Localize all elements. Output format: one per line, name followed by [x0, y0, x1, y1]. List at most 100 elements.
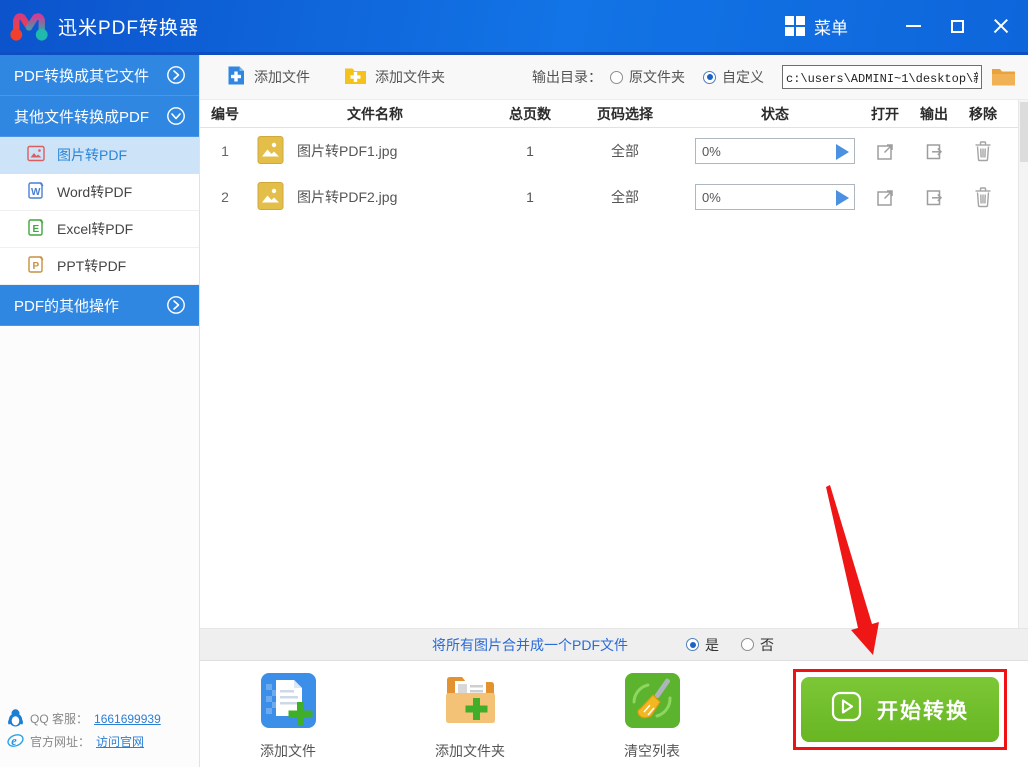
sidebar: PDF转换成其它文件 其他文件转换成PDF 图片转PDF W Word转PDF … [0, 55, 200, 767]
progress-value: 0% [702, 144, 721, 159]
site-label: 官方网址： [30, 733, 90, 750]
col-header-pages: 总页数 [500, 104, 560, 124]
merge-no-label[interactable]: 否 [760, 635, 774, 655]
add-file-action-icon [260, 672, 317, 732]
close-button[interactable] [984, 10, 1018, 42]
radio-custom-folder[interactable] [703, 71, 716, 84]
merge-yes-label[interactable]: 是 [705, 635, 719, 655]
export-button[interactable] [910, 187, 958, 208]
play-icon[interactable] [836, 190, 849, 206]
image-file-icon [257, 135, 284, 168]
clear-list-action-icon [624, 672, 681, 732]
official-site-link[interactable]: 访问官网 [96, 733, 144, 750]
col-header-status: 状态 [690, 104, 860, 124]
minimize-button[interactable] [896, 10, 930, 42]
add-file-button[interactable]: 添加文件 [220, 61, 316, 93]
titlebar: 迅米PDF转换器 菜单 [0, 0, 1028, 55]
toolbar: 添加文件 添加文件夹 输出目录： 原文件夹 自定义 [200, 55, 1028, 100]
excel-icon: E [27, 219, 45, 239]
sidebar-footer: QQ 客服： 1661699939 e 官方网址： 访问官网 [7, 707, 161, 753]
menu-button[interactable]: 菜单 [785, 14, 848, 39]
merge-yes-radio[interactable] [686, 638, 699, 651]
start-convert-label: 开始转换 [877, 695, 969, 725]
qq-number-link[interactable]: 1661699939 [94, 712, 161, 726]
col-header-open: 打开 [860, 104, 910, 124]
sidebar-item-ppt-to-pdf[interactable]: P PPT转PDF [0, 248, 199, 285]
delete-icon[interactable] [958, 186, 1008, 208]
bottom-panel: 添加文件 添加文件夹 [200, 661, 1028, 767]
col-header-page-range: 页码选择 [560, 104, 690, 124]
file-list: 1 图片转PDF1.jpg 1 全部 0% [200, 128, 1028, 628]
progress-value: 0% [702, 190, 721, 205]
app-title: 迅米PDF转换器 [58, 13, 199, 40]
image-pdf-icon [27, 145, 45, 165]
chevron-down-icon [166, 106, 186, 126]
word-icon: W [27, 182, 45, 202]
clear-list-action[interactable]: 清空列表 [592, 672, 712, 767]
col-header-no: 编号 [200, 104, 250, 124]
page-range[interactable]: 全部 [560, 141, 690, 161]
sidebar-item-label: PPT转PDF [57, 256, 126, 276]
radio-custom-folder-label[interactable]: 自定义 [722, 67, 764, 87]
add-file-icon [226, 65, 246, 89]
row-number: 1 [200, 143, 250, 159]
radio-original-folder-label[interactable]: 原文件夹 [629, 67, 685, 87]
sidebar-item-word-to-pdf[interactable]: W Word转PDF [0, 174, 199, 211]
start-convert-button[interactable]: 开始转换 [801, 677, 999, 742]
add-folder-button[interactable]: 添加文件夹 [338, 62, 451, 92]
table-row: 1 图片转PDF1.jpg 1 全部 0% [200, 128, 1028, 174]
output-path-input[interactable] [782, 65, 982, 89]
radio-original-folder[interactable] [610, 71, 623, 84]
sidebar-item-label: 图片转PDF [57, 145, 127, 165]
sidebar-item-label: Excel转PDF [57, 219, 133, 239]
svg-text:E: E [33, 224, 40, 235]
page-count: 1 [500, 189, 560, 205]
table-header: 编号 文件名称 总页数 页码选择 状态 打开 输出 移除 [200, 100, 1028, 128]
page-count: 1 [500, 143, 560, 159]
ie-icon: e [7, 732, 24, 752]
sidebar-item-image-to-pdf[interactable]: 图片转PDF [0, 137, 199, 174]
group-label: PDF的其他操作 [14, 295, 119, 316]
add-folder-icon [344, 66, 367, 88]
add-folder-action[interactable]: 添加文件夹 [410, 672, 530, 767]
window-controls [886, 10, 1018, 42]
export-button[interactable] [910, 141, 958, 162]
vertical-scrollbar[interactable] [1018, 100, 1028, 628]
group-label: PDF转换成其它文件 [14, 65, 149, 86]
sidebar-group-pdf-to-other[interactable]: PDF转换成其它文件 [0, 55, 199, 96]
merge-option-bar: 将所有图片合并成一个PDF文件 是 否 [200, 628, 1028, 661]
progress-bar: 0% [695, 184, 855, 210]
scrollbar-thumb[interactable] [1020, 102, 1028, 162]
svg-text:P: P [33, 261, 40, 272]
chevron-right-icon [166, 65, 186, 85]
minimize-icon [906, 25, 921, 27]
close-icon [993, 18, 1009, 34]
browse-folder-button[interactable] [991, 67, 1016, 87]
sidebar-item-excel-to-pdf[interactable]: E Excel转PDF [0, 211, 199, 248]
ppt-icon: P [27, 256, 45, 276]
delete-icon[interactable] [958, 140, 1008, 162]
clear-list-action-label: 清空列表 [624, 741, 680, 761]
add-folder-label: 添加文件夹 [375, 67, 445, 87]
open-file-button[interactable] [860, 141, 910, 162]
page-range[interactable]: 全部 [560, 187, 690, 207]
sidebar-item-label: Word转PDF [57, 182, 132, 202]
chevron-right-icon [166, 295, 186, 315]
open-file-button[interactable] [860, 187, 910, 208]
maximize-button[interactable] [940, 10, 974, 42]
sidebar-group-pdf-other-ops[interactable]: PDF的其他操作 [0, 285, 199, 326]
sidebar-group-other-to-pdf[interactable]: 其他文件转换成PDF [0, 96, 199, 137]
main-panel: 添加文件 添加文件夹 输出目录： 原文件夹 自定义 编号 文件名称 总页数 页码… [200, 55, 1028, 767]
qq-label: QQ 客服： [30, 710, 88, 727]
merge-label: 将所有图片合并成一个PDF文件 [432, 635, 628, 655]
play-icon[interactable] [836, 144, 849, 160]
table-row: 2 图片转PDF2.jpg 1 全部 0% [200, 174, 1028, 220]
add-file-action[interactable]: 添加文件 [228, 672, 348, 767]
add-folder-action-icon [442, 672, 499, 732]
image-file-icon [257, 181, 284, 214]
add-file-action-label: 添加文件 [260, 741, 316, 761]
play-circle-icon [831, 691, 862, 728]
merge-no-radio[interactable] [741, 638, 754, 651]
qq-icon [7, 708, 24, 730]
add-file-label: 添加文件 [254, 67, 310, 87]
